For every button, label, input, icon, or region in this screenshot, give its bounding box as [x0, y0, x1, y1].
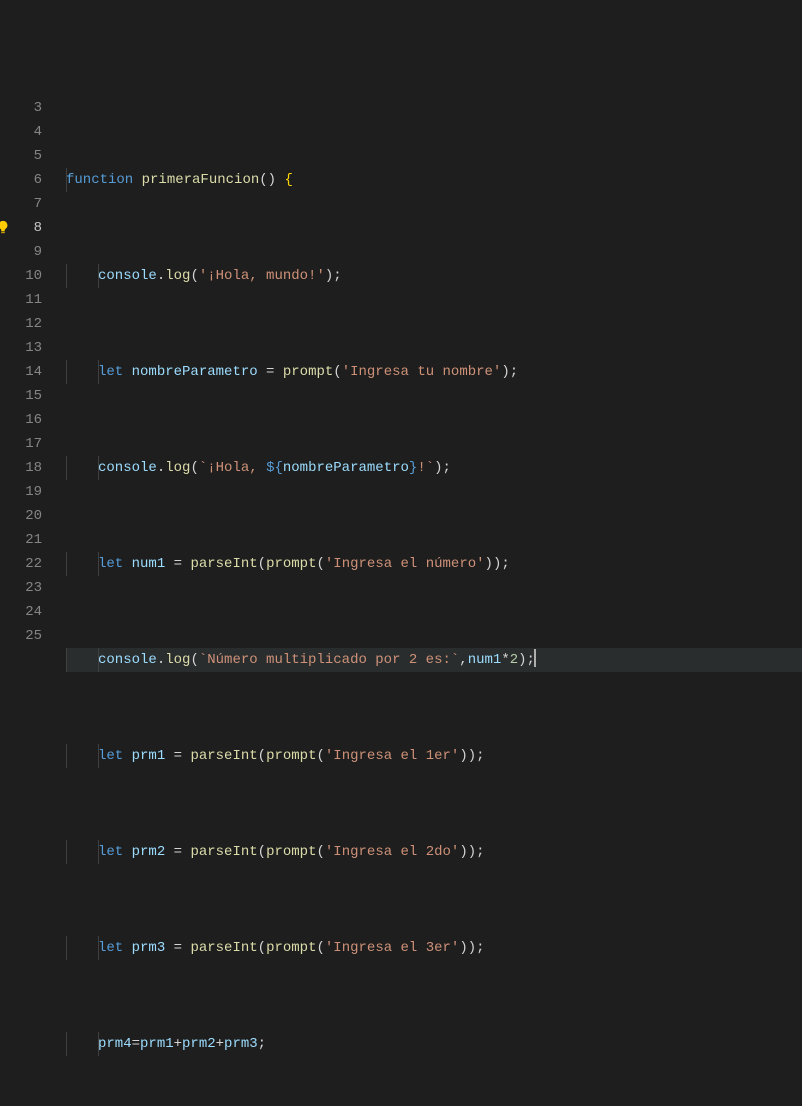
line-number: 10	[0, 264, 42, 288]
line-number: 9	[0, 240, 42, 264]
code-line-active[interactable]: console.log(`Número multiplicado por 2 e…	[66, 648, 802, 672]
line-number: 15	[0, 384, 42, 408]
lightbulb-icon[interactable]	[0, 220, 10, 234]
line-number: 13	[0, 336, 42, 360]
line-number: 17	[0, 432, 42, 456]
code-area[interactable]: function primeraFuncion() { console.log(…	[50, 96, 802, 649]
line-number: 16	[0, 408, 42, 432]
code-line[interactable]: let num1 = parseInt(prompt('Ingresa el n…	[66, 552, 802, 576]
line-number: 24	[0, 600, 42, 624]
line-number: 14	[0, 360, 42, 384]
line-number: 21	[0, 528, 42, 552]
code-line[interactable]: let nombreParametro = prompt('Ingresa tu…	[66, 360, 802, 384]
line-number: 7	[0, 192, 42, 216]
code-line[interactable]: let prm2 = parseInt(prompt('Ingresa el 2…	[66, 840, 802, 864]
text-cursor	[534, 649, 536, 667]
code-line[interactable]: console.log('¡Hola, mundo!');	[66, 264, 802, 288]
line-number: 3	[0, 96, 42, 120]
line-number: 19	[0, 480, 42, 504]
line-number: 5	[0, 144, 42, 168]
line-number-gutter: 345678910111213141516171819202122232425	[0, 96, 50, 649]
line-number: 20	[0, 504, 42, 528]
line-number: 22	[0, 552, 42, 576]
line-number: 6	[0, 168, 42, 192]
line-number: 23	[0, 576, 42, 600]
line-number: 18	[0, 456, 42, 480]
code-editor[interactable]: 345678910111213141516171819202122232425 …	[0, 96, 802, 649]
code-line[interactable]: let prm3 = parseInt(prompt('Ingresa el 3…	[66, 936, 802, 960]
code-line[interactable]: function primeraFuncion() {	[66, 168, 802, 192]
code-line[interactable]: let prm1 = parseInt(prompt('Ingresa el 1…	[66, 744, 802, 768]
line-number: 11	[0, 288, 42, 312]
line-number: 25	[0, 624, 42, 648]
line-number: 4	[0, 120, 42, 144]
line-number: 8	[0, 216, 42, 240]
code-line[interactable]: prm4=prm1+prm2+prm3;	[66, 1032, 802, 1056]
code-line[interactable]: console.log(`¡Hola, ${nombreParametro}!`…	[66, 456, 802, 480]
function-name: primeraFuncion	[142, 172, 260, 188]
line-number: 12	[0, 312, 42, 336]
keyword: function	[66, 172, 133, 188]
